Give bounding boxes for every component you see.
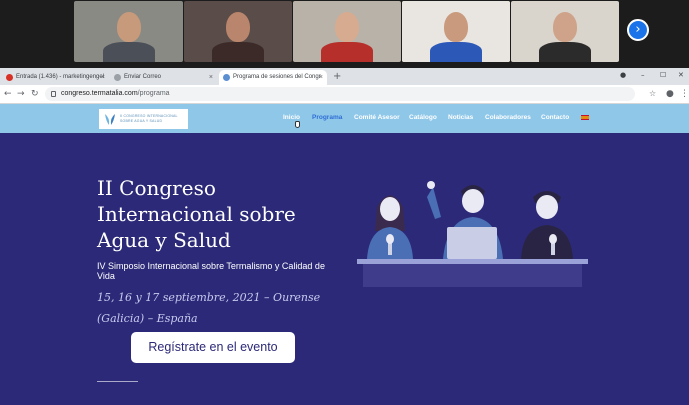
participant-tile-4[interactable] — [402, 1, 510, 62]
person-face — [335, 12, 359, 42]
participant-tile-3[interactable] — [293, 1, 401, 62]
illus-laptop — [447, 227, 497, 259]
hero-subtitle: IV Simposio Internacional sobre Termalis… — [97, 261, 325, 281]
participant-tile-1[interactable] — [74, 1, 183, 62]
menu-catalogo[interactable]: Catálogo — [409, 114, 437, 121]
address-bar[interactable]: congreso.termatalia.com/programa — [45, 87, 635, 101]
website: II CONGRESO INTERNACIONAL SOBRE AGUA Y S… — [0, 104, 689, 405]
illus-mic-head-right — [549, 234, 557, 244]
menu-inicio[interactable]: Inicio — [283, 114, 300, 121]
hero-title-line-3: Agua y Salud — [97, 228, 231, 252]
address-toolbar: ← → ↻ congreso.termatalia.com/programa ☆… — [0, 85, 689, 104]
browser-chrome: Entrada (1.436) - marketingengel × Envia… — [0, 68, 689, 104]
close-tab-icon[interactable]: × — [101, 70, 105, 85]
tab-title: Enviar Correo — [124, 74, 162, 80]
menu-comite-asesor[interactable]: Comité Asesor — [354, 114, 400, 121]
site-favicon-icon — [223, 74, 230, 81]
mouse-cursor-icon — [295, 121, 300, 128]
chevron-right-icon: › — [635, 22, 641, 37]
illus-face-center — [462, 189, 484, 213]
url-host: congreso.termatalia.com — [61, 90, 138, 97]
person-body — [212, 42, 264, 62]
person-face — [553, 12, 577, 42]
menu-contacto[interactable]: Contacto — [541, 114, 569, 121]
maximize-button[interactable]: ☐ — [660, 71, 666, 79]
tab-bar: Entrada (1.436) - marketingengel × Envia… — [0, 68, 689, 85]
participant-tile-5[interactable] — [511, 1, 619, 62]
screen: › Entrada (1.436) - marketingengel × Env… — [0, 0, 689, 405]
tab-programa[interactable]: Programa de sesiones del Congr × — [219, 70, 327, 85]
illus-arm-raised — [427, 187, 441, 219]
site-navbar: II CONGRESO INTERNACIONAL SOBRE AGUA Y S… — [0, 104, 689, 133]
illus-table-front — [363, 264, 582, 287]
person-body — [539, 42, 591, 62]
person-face — [116, 12, 141, 42]
tab-title: Programa de sesiones del Congr — [233, 74, 321, 80]
extension-avatar-icon[interactable]: ● — [666, 88, 674, 100]
minimize-button[interactable]: – — [641, 71, 645, 79]
person-body — [102, 42, 155, 62]
register-event-button[interactable]: Regístrate en el evento — [131, 332, 295, 363]
spanish-flag-icon[interactable] — [581, 115, 589, 120]
hero-title-line-2: Internacional sobre — [97, 202, 296, 226]
close-tab-icon[interactable]: × — [319, 70, 323, 85]
illus-mic-head-left — [386, 234, 394, 244]
reload-icon[interactable]: ↻ — [31, 88, 39, 100]
logo-text: II CONGRESO INTERNACIONAL SOBRE AGUA Y S… — [120, 114, 178, 124]
close-tab-icon[interactable]: × — [209, 70, 213, 85]
logo-line-2: SOBRE AGUA Y SALUD — [120, 119, 163, 123]
menu-colaboradores[interactable]: Colaboradores — [485, 114, 531, 121]
person-face — [226, 12, 250, 42]
tab-gmail[interactable]: Entrada (1.436) - marketingengel × — [2, 70, 109, 85]
menu-kebab-icon[interactable]: ⋮ — [680, 88, 689, 100]
illus-face-right — [536, 195, 558, 219]
next-participants-button[interactable]: › — [627, 19, 649, 41]
water-drop-logo-icon — [105, 114, 115, 125]
lock-icon — [51, 91, 56, 97]
menu-programa[interactable]: Programa — [312, 114, 342, 121]
illus-body-right — [521, 225, 573, 259]
tab-enviar-correo[interactable]: Enviar Correo × — [110, 70, 217, 85]
person-face — [444, 12, 468, 42]
tab-title: Entrada (1.436) - marketingengel — [16, 74, 104, 80]
participant-tile-2[interactable] — [184, 1, 292, 62]
hero-title: II Congreso Internacional sobre Agua y S… — [97, 175, 337, 253]
profile-icon[interactable]: ● — [620, 71, 626, 79]
hero-divider — [97, 381, 138, 382]
person-body — [430, 42, 482, 62]
back-arrow-icon[interactable]: ← — [4, 88, 12, 100]
hero-title-line-1: II Congreso — [97, 176, 216, 200]
panel-speakers-illustration — [357, 181, 588, 287]
illus-face-left — [380, 197, 400, 221]
menu-noticias[interactable]: Noticias — [448, 114, 473, 121]
hero-date-location: 15, 16 y 17 septiembre, 2021 – Ourense (… — [97, 291, 321, 325]
page-favicon-icon — [114, 74, 121, 81]
bookmark-star-icon[interactable]: ☆ — [649, 88, 656, 100]
illus-table-top — [357, 259, 588, 264]
gmail-favicon-icon — [6, 74, 13, 81]
new-tab-button[interactable]: + — [333, 70, 341, 84]
video-call-strip: › — [0, 0, 689, 68]
site-logo[interactable]: II CONGRESO INTERNACIONAL SOBRE AGUA Y S… — [99, 109, 188, 129]
person-body — [321, 42, 373, 62]
illus-hand — [427, 181, 435, 189]
url-path: /programa — [137, 90, 170, 97]
close-window-button[interactable]: ✕ — [678, 71, 684, 79]
forward-arrow-icon[interactable]: → — [17, 88, 25, 100]
